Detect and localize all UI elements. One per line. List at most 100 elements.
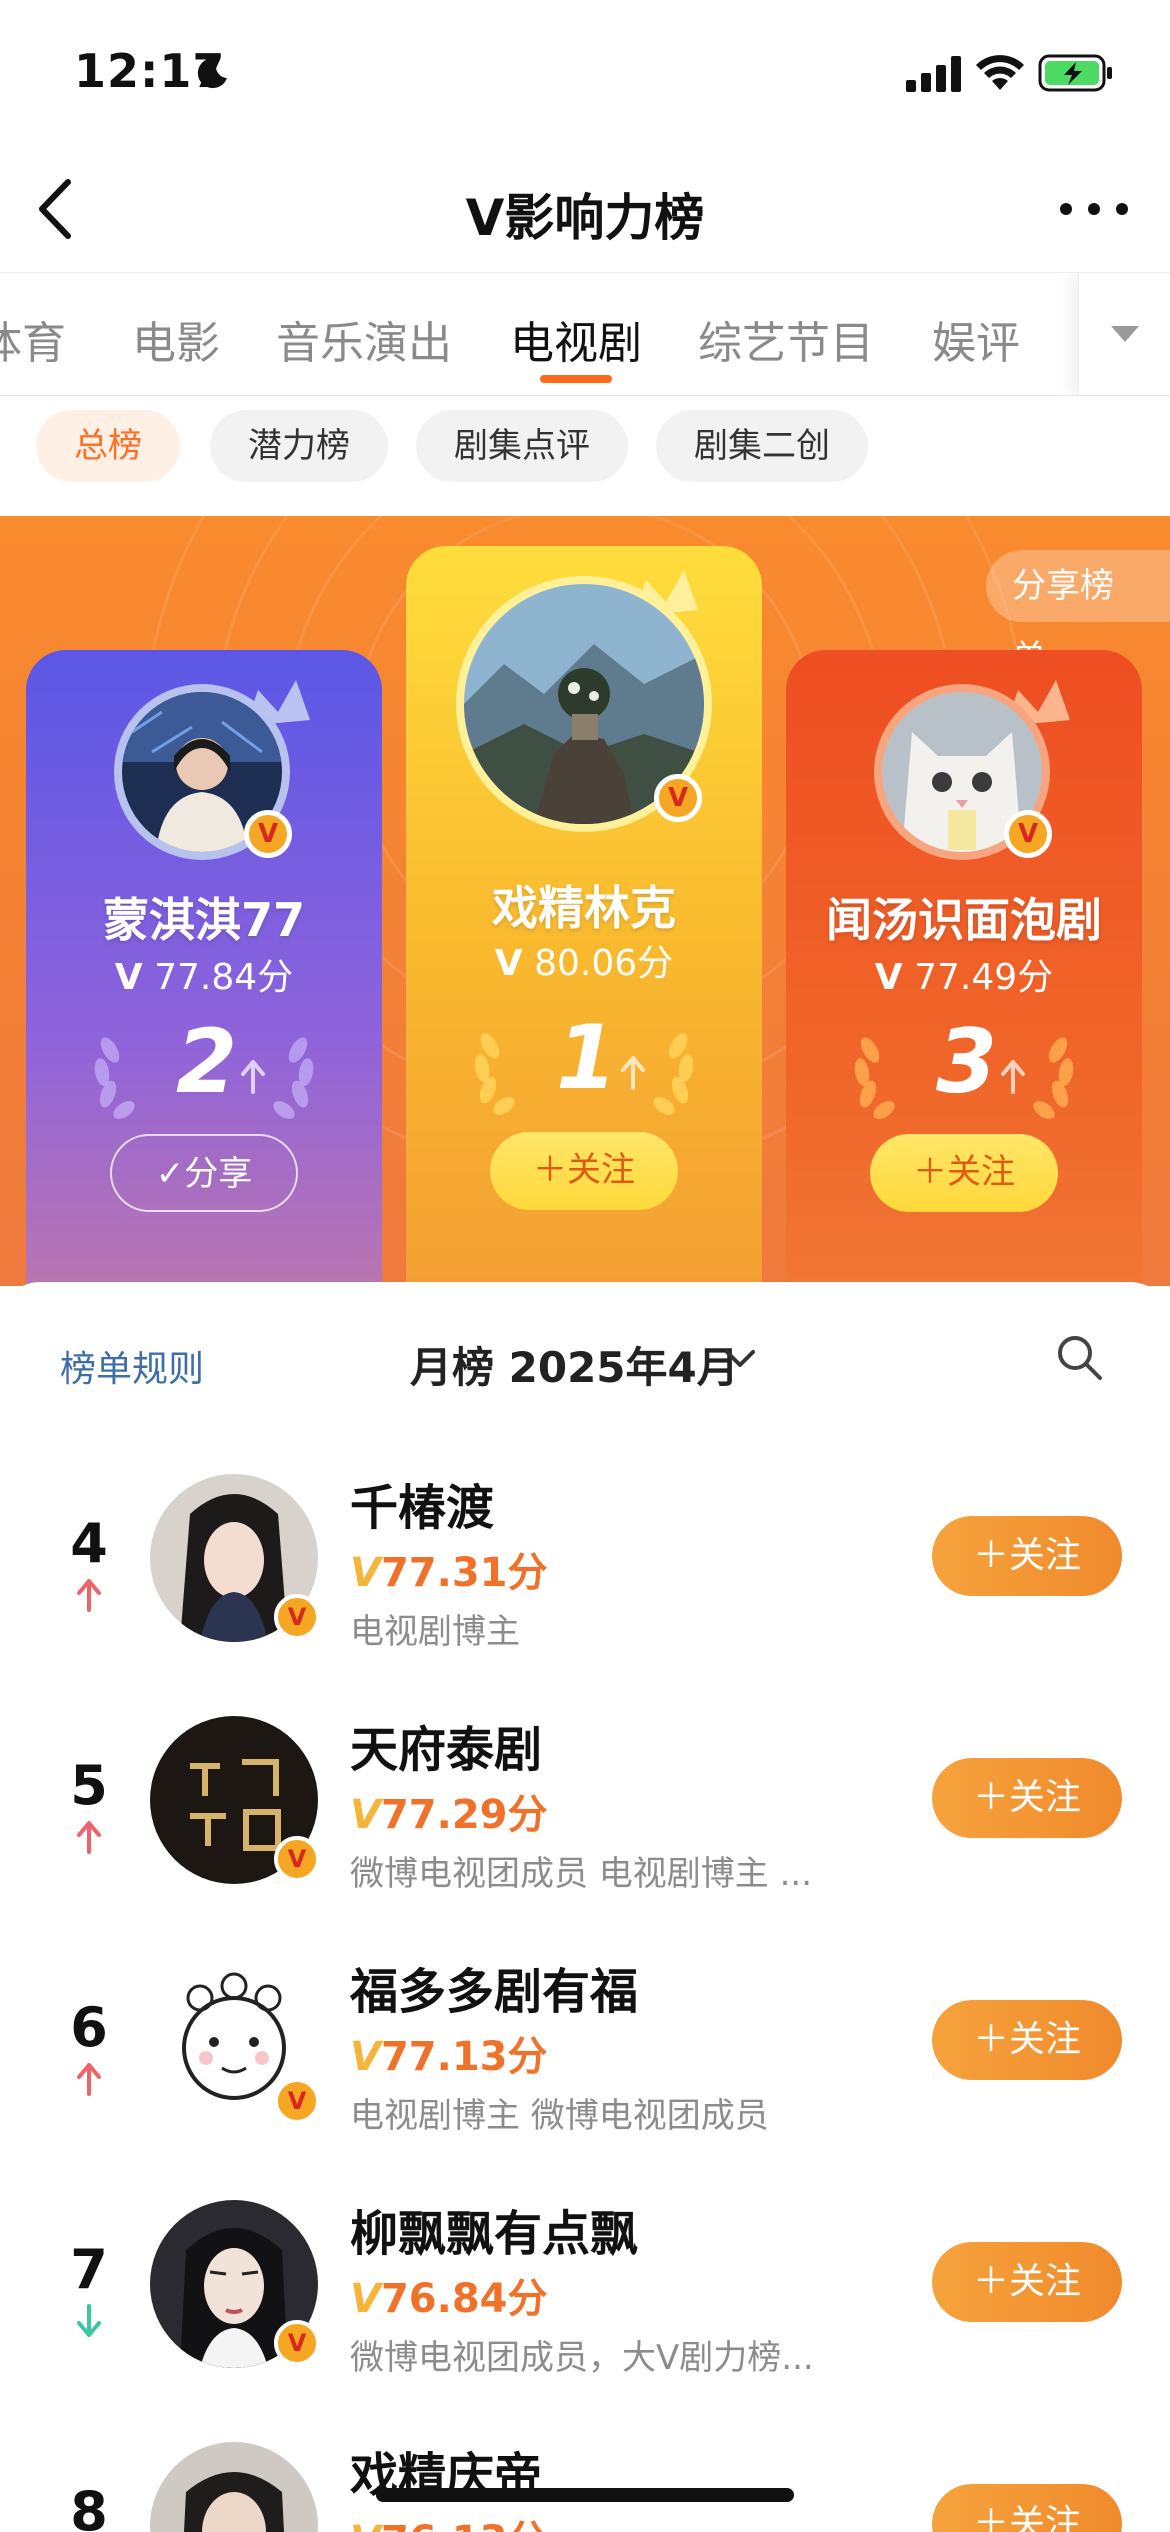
ranking-rules-link[interactable]: 榜单规则 <box>60 1340 204 1392</box>
podium-score-value: 80.06分 <box>534 943 674 984</box>
plus-icon: ＋ <box>972 1777 1009 1818</box>
share-button[interactable]: ✓分享 <box>110 1134 298 1212</box>
plus-icon: ＋ <box>972 1535 1009 1576</box>
follow-button[interactable]: ＋关注 <box>870 1134 1058 1212</box>
page-title: V影响力榜 <box>465 189 705 247</box>
follow-button[interactable]: ＋关注 <box>490 1132 678 1210</box>
tab-movies[interactable]: 电影 <box>132 307 220 371</box>
moon-icon <box>197 58 227 89</box>
user-description: 微博电视团成员，大V剧力榜... <box>350 2338 814 2378</box>
podium-score-value: 77.49分 <box>914 957 1054 998</box>
category-expand-button[interactable] <box>1078 273 1170 395</box>
subtab-overall[interactable]: 总榜 <box>36 410 180 482</box>
follow-button-label: 关注 <box>567 1150 635 1190</box>
plus-icon: ＋ <box>533 1150 567 1190</box>
user-description: 电视剧博主 微博电视团成员 <box>350 2096 769 2136</box>
trend-up-icon <box>77 2063 101 2096</box>
check-icon: ✓ <box>155 1154 185 1194</box>
list-item[interactable]: 5 V 天府泰剧 V77.29分 微博电视团成员 电视剧博主 ... ＋关注 <box>0 1682 1170 1922</box>
follow-button-label: 关注 <box>1009 1777 1082 1818</box>
podium-card-rank-3[interactable]: V 闻汤识面泡剧 V 77.49分 3 ＋关注 <box>786 650 1142 1286</box>
tab-sports[interactable]: 体育 <box>0 307 66 371</box>
tab-entertainment-reviews[interactable]: 娱评 <box>932 307 1020 371</box>
score-value: 76.13分 <box>381 2518 548 2532</box>
rank-number: 7 <box>70 2238 108 2301</box>
podium-score: V 77.49分 <box>786 948 1142 1000</box>
rank-badge: 1 <box>406 1006 762 1120</box>
rank-number: 8 <box>70 2480 108 2532</box>
plus-icon: ＋ <box>972 2019 1009 2060</box>
podium-card-rank-1[interactable]: V 戏精林克 V 80.06分 1 ＋关注 <box>406 546 762 1286</box>
influence-score: V76.84分 <box>350 2266 548 2324</box>
podium-name: 蒙淇淇77 <box>102 893 305 947</box>
home-indicator <box>376 2488 794 2502</box>
influence-score: V76.13分 <box>350 2508 548 2532</box>
follow-button[interactable]: ＋关注 <box>932 1516 1122 1596</box>
follow-button[interactable]: ＋关注 <box>932 2242 1122 2322</box>
ranking-list: 榜单规则 月榜 2025年4月 4 V 千椿渡 V77.31分 电视剧博主 ＋关… <box>0 1282 1170 2532</box>
nav-bar: V影响力榜 <box>0 150 1170 272</box>
rank-number: 5 <box>70 1754 108 1817</box>
tab-music-shows[interactable]: 音乐演出 <box>276 307 452 371</box>
user-name[interactable]: 福多多剧有福 <box>350 1952 638 2022</box>
follow-button-label: 关注 <box>1009 2019 1082 2060</box>
search-icon[interactable] <box>1054 1332 1104 1382</box>
verified-v-badge-icon: V <box>274 2320 320 2366</box>
user-name[interactable]: 千椿渡 <box>350 1468 494 1538</box>
subtab-row: 总榜 潜力榜 剧集点评 剧集二创 <box>0 410 1170 490</box>
follow-button[interactable]: ＋关注 <box>932 1758 1122 1838</box>
podium-score-value: 77.84分 <box>154 957 294 998</box>
v-score-icon: V <box>350 2518 381 2532</box>
follow-button-label: 关注 <box>1009 2261 1082 2302</box>
v-score-icon: V <box>350 2034 381 2080</box>
status-bar: 12:17 <box>0 0 1170 150</box>
influence-score: V77.31分 <box>350 1540 548 1598</box>
list-item[interactable]: 6 V 福多多剧有福 V77.13分 电视剧博主 微博电视团成员 ＋关注 <box>0 1924 1170 2164</box>
user-description: 电视剧博主 <box>350 1612 520 1652</box>
score-value: 77.13分 <box>380 2034 548 2080</box>
follow-button[interactable]: ＋关注 <box>932 2484 1122 2532</box>
rank-number: 6 <box>70 1996 108 2059</box>
list-item[interactable]: 8 戏精庆帝 V76.13分 ＋关注 <box>0 2408 1170 2532</box>
score-value: 76.84分 <box>380 2276 548 2322</box>
more-options-icon[interactable] <box>1056 192 1132 226</box>
plus-icon: ＋ <box>972 2503 1009 2532</box>
podium-card-rank-2[interactable]: V 蒙淇淇77 V 77.84分 2 ✓分享 <box>26 650 382 1286</box>
rank-number: 4 <box>70 1512 108 1575</box>
follow-button[interactable]: ＋关注 <box>932 2000 1122 2080</box>
v-score-icon: V <box>350 2276 381 2322</box>
verified-v-badge-icon: V <box>1004 810 1052 858</box>
tab-tv-series[interactable]: 电视剧 <box>510 307 642 371</box>
user-name[interactable]: 柳飘飘有点飘 <box>350 2194 638 2264</box>
period-selector[interactable]: 月榜 2025年4月 <box>410 1334 739 1395</box>
tab-variety-shows[interactable]: 综艺节目 <box>698 307 874 371</box>
cellular-signal-icon <box>906 56 961 92</box>
verified-v-badge-icon: V <box>274 1594 320 1640</box>
subtab-series-review[interactable]: 剧集点评 <box>416 410 628 482</box>
top3-podium: 分享榜单 V 蒙淇淇77 V 77.84分 <box>0 516 1170 1286</box>
v-score-icon: V <box>114 957 143 998</box>
chevron-down-icon[interactable] <box>724 1348 756 1370</box>
follow-button-label: 关注 <box>1009 2503 1082 2532</box>
rank-number: 2 <box>176 1010 238 1113</box>
podium-score: V 80.06分 <box>406 934 762 986</box>
share-board-button[interactable]: 分享榜单 <box>986 550 1170 678</box>
user-name[interactable]: 天府泰剧 <box>350 1710 542 1780</box>
subtab-potential[interactable]: 潜力榜 <box>210 410 388 482</box>
rank-badge: 3 <box>786 1010 1142 1124</box>
wifi-icon <box>976 55 1024 90</box>
trend-up-icon <box>241 1060 265 1094</box>
verified-v-badge-icon: V <box>274 2078 320 2124</box>
list-item[interactable]: 7 V 柳飘飘有点飘 V76.84分 微博电视团成员，大V剧力榜... ＋关注 <box>0 2166 1170 2406</box>
avatar[interactable] <box>150 2442 318 2532</box>
podium-score: V 77.84分 <box>26 948 382 1000</box>
subtab-series-creation[interactable]: 剧集二创 <box>656 410 868 482</box>
trend-up-icon <box>77 1821 101 1854</box>
active-tab-indicator <box>540 375 612 383</box>
list-item[interactable]: 4 V 千椿渡 V77.31分 电视剧博主 ＋关注 <box>0 1440 1170 1680</box>
category-tabs: 体育 电影 音乐演出 电视剧 综艺节目 娱评 <box>0 272 1170 396</box>
trend-up-icon <box>77 1579 101 1612</box>
verified-v-badge-icon: V <box>274 1836 320 1882</box>
trend-down-icon <box>77 2304 101 2337</box>
share-button-label: 分享 <box>184 1154 253 1194</box>
